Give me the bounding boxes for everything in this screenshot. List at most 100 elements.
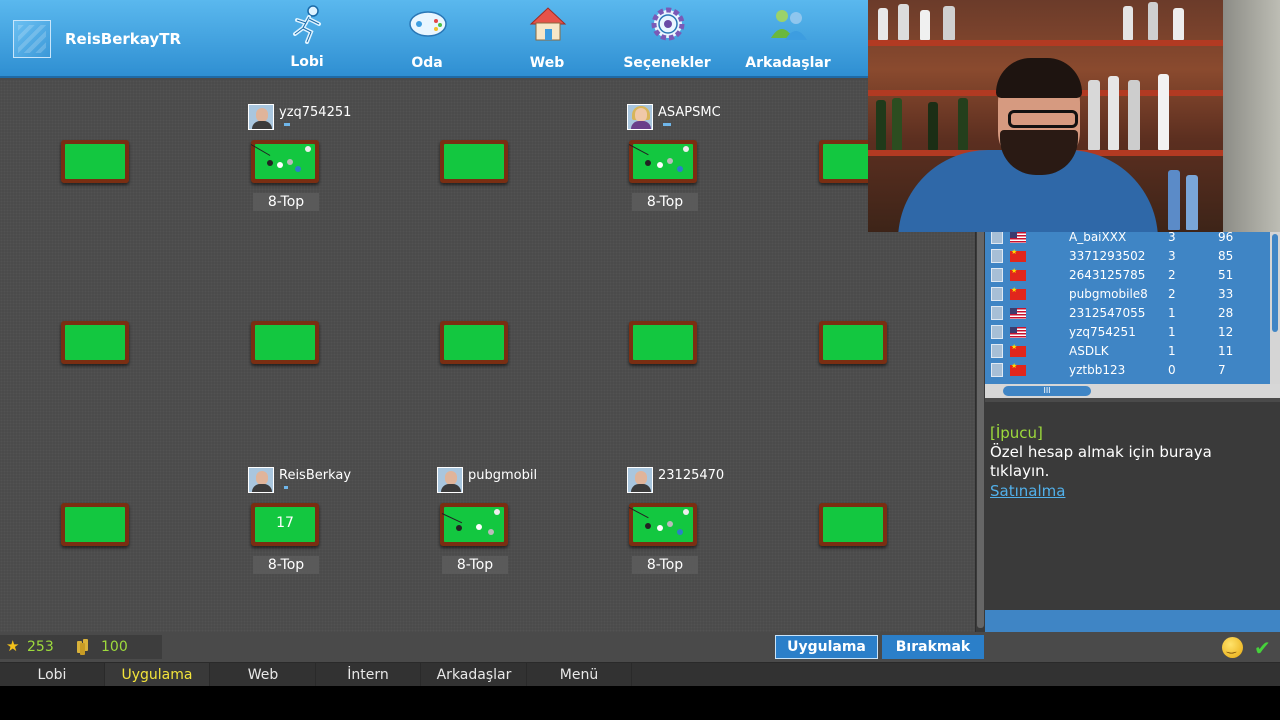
player-name: yzq754251 <box>1069 325 1136 339</box>
seat-player-name: pubgmobil <box>468 468 538 483</box>
us-flag-icon <box>1010 327 1026 338</box>
player-avatar-icon <box>991 268 1003 282</box>
player-avatar <box>437 467 463 493</box>
nav-secenekler-label: Seçenekler <box>623 55 711 71</box>
player-list-vertical-scrollbar[interactable] <box>1270 232 1280 384</box>
bottom-tab-bar: Lobi Uygulama Web İntern Arkadaşlar Menü <box>0 662 1280 687</box>
pool-table[interactable] <box>61 503 129 546</box>
pool-ball <box>476 524 482 530</box>
scrollbar-thumb[interactable] <box>1272 234 1278 332</box>
pool-ball <box>645 523 651 529</box>
tab-menu[interactable]: Menü <box>527 663 632 687</box>
player-rank: 1 <box>1168 344 1176 358</box>
player-list-horizontal-scrollbar[interactable]: III <box>985 384 1280 398</box>
pool-table[interactable] <box>628 140 697 183</box>
tab-uygulama[interactable]: Uygulama <box>105 663 210 687</box>
tab-intern[interactable]: İntern <box>316 663 421 687</box>
player-row[interactable]: yzq754251 1 12 <box>985 323 1270 342</box>
nav-arkadaslar-button[interactable]: Arkadaşlar <box>733 0 843 76</box>
coins-icon <box>77 639 91 655</box>
player-stats: ★ 253 100 <box>0 635 162 659</box>
pool-table[interactable] <box>250 140 319 183</box>
pool-table[interactable]: 17 <box>251 503 319 546</box>
pool-ball <box>677 529 683 535</box>
pool-table[interactable] <box>819 321 887 364</box>
tab-web[interactable]: Web <box>211 663 316 687</box>
seat-player-name: yzq754251 <box>279 105 352 120</box>
checkmark-icon[interactable]: ✔ <box>1254 636 1271 660</box>
tab-arkadaslar[interactable]: Arkadaşlar <box>422 663 527 687</box>
player-rank: 0 <box>1168 363 1176 377</box>
player-name: 2312547055 <box>1069 306 1146 320</box>
bottle <box>878 8 888 40</box>
nav-secenekler-button[interactable]: Seçenekler <box>612 0 722 76</box>
bottle <box>898 4 909 40</box>
pool-table[interactable] <box>61 140 129 183</box>
purchase-link[interactable]: Satınalma <box>990 482 1065 501</box>
player-score: 51 <box>1218 268 1234 282</box>
house-icon <box>529 7 567 41</box>
pool-ball <box>667 521 673 527</box>
player-rank: 2 <box>1168 287 1176 301</box>
tab-lobi[interactable]: Lobi <box>0 663 105 687</box>
pool-ball <box>677 166 683 172</box>
player-row[interactable]: 3371293502 3 85 <box>985 247 1270 266</box>
nav-web-button[interactable]: Web <box>492 0 602 76</box>
player-name: yztbb123 <box>1069 363 1126 377</box>
star-count: 253 <box>27 639 54 655</box>
player-row[interactable]: A_baiXXX 3 96 <box>985 232 1270 247</box>
nav-oda-button[interactable]: Oda <box>372 0 482 76</box>
player-avatar-icon <box>991 363 1003 377</box>
pool-table[interactable] <box>61 321 129 364</box>
pool-table[interactable] <box>440 503 508 546</box>
nav-lobi-button[interactable]: Lobi <box>252 0 362 76</box>
shelf <box>868 40 1228 46</box>
pool-ball <box>305 146 311 152</box>
game-window: ReisBerkayTR Lobi Oda Web Seçenekler Ark… <box>0 0 1280 720</box>
pool-ball <box>667 158 673 164</box>
pool-table[interactable] <box>440 140 508 183</box>
player-row[interactable]: pubgmobile8 2 33 <box>985 285 1270 304</box>
cn-flag-icon <box>1010 286 1026 300</box>
bottle <box>1173 8 1184 40</box>
pool-table[interactable] <box>440 321 508 364</box>
player-avatar-icon <box>991 249 1003 263</box>
pool-table[interactable] <box>819 503 887 546</box>
bottle <box>1158 74 1169 150</box>
chat-message-line: tıklayın. <box>990 462 1050 480</box>
player-status-bar <box>284 123 290 126</box>
player-name: 2643125785 <box>1069 268 1146 282</box>
scrollbar-thumb[interactable]: III <box>1003 386 1091 396</box>
player-status-bar <box>663 123 671 126</box>
nav-lobi-label: Lobi <box>290 54 324 70</box>
player-avatar-icon <box>991 325 1003 339</box>
player-row[interactable]: yztbb123 0 7 <box>985 361 1270 380</box>
player-row[interactable]: 2643125785 2 51 <box>985 266 1270 285</box>
player-score: 33 <box>1218 287 1234 301</box>
bottle <box>1128 80 1140 150</box>
uygulama-button[interactable]: Uygulama <box>775 635 878 659</box>
player-score: 11 <box>1218 344 1234 358</box>
player-rank: 1 <box>1168 325 1176 339</box>
table-lobby: yzq754251 8-Top ASAPSMC 8-Top ReisBerkay… <box>0 80 975 632</box>
bottle <box>1108 76 1119 150</box>
player-name: pubgmobile8 <box>1069 287 1148 301</box>
smiley-icon[interactable] <box>1222 637 1243 658</box>
pool-table[interactable] <box>628 503 697 546</box>
pool-ball <box>295 166 301 172</box>
chat-input[interactable] <box>985 610 1280 632</box>
player-rank: 3 <box>1168 249 1176 263</box>
player-row[interactable]: 2312547055 1 28 <box>985 304 1270 323</box>
player-row[interactable]: ASDLK 1 11 <box>985 342 1270 361</box>
player-avatar-icon <box>991 306 1003 320</box>
bottle <box>928 102 938 150</box>
user-avatar[interactable] <box>13 20 51 58</box>
letterbox-bar <box>0 686 1280 720</box>
pool-table[interactable] <box>629 321 697 364</box>
runner-icon <box>293 5 321 44</box>
bottle <box>1168 170 1180 230</box>
birakmak-button[interactable]: Bırakmak <box>882 635 984 659</box>
table-number: 17 <box>276 515 294 531</box>
player-rank: 3 <box>1168 232 1176 244</box>
pool-table[interactable] <box>251 321 319 364</box>
